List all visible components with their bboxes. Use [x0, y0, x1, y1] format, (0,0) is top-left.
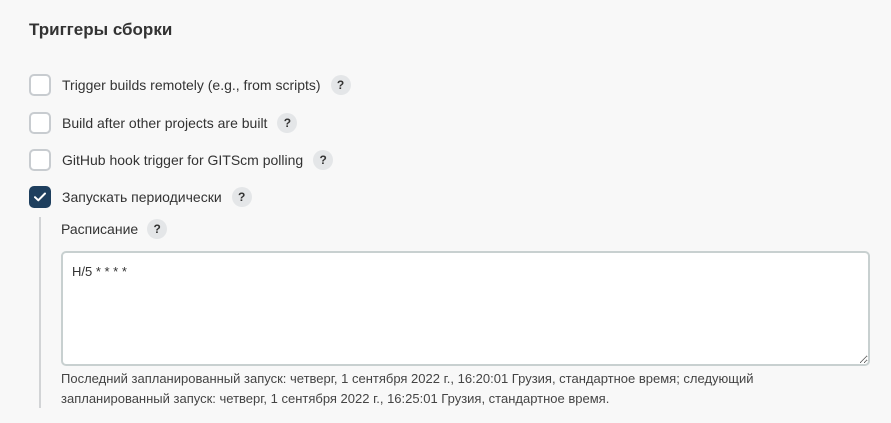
trigger-github-hook-checkbox[interactable]: [29, 149, 51, 171]
trigger-after-other-projects-checkbox[interactable]: [29, 112, 51, 134]
trigger-after-other-projects-label[interactable]: Build after other projects are built: [62, 115, 267, 131]
schedule-label: Расписание: [61, 221, 139, 237]
nested-section-bar: [39, 217, 41, 408]
schedule-textarea[interactable]: H/5 * * * *: [61, 251, 870, 366]
trigger-remote-checkbox[interactable]: [29, 74, 51, 96]
trigger-periodic-option[interactable]: Запускать периодически ?: [29, 186, 252, 208]
schedule-help-icon[interactable]: ?: [147, 219, 168, 239]
build-triggers-section: Триггеры сборки Trigger builds remotely …: [0, 0, 891, 423]
trigger-github-hook-label[interactable]: GitHub hook trigger for GITScm polling: [62, 152, 303, 168]
trigger-periodic-checkbox[interactable]: [29, 186, 51, 208]
schedule-label-row: Расписание ?: [61, 218, 168, 240]
trigger-after-other-projects-help-icon[interactable]: ?: [277, 113, 298, 133]
schedule-textarea-wrap: H/5 * * * *: [61, 251, 870, 366]
checkmark-icon: [34, 192, 46, 202]
trigger-periodic-help-icon[interactable]: ?: [231, 187, 252, 207]
trigger-after-other-projects-option[interactable]: Build after other projects are built ?: [29, 112, 298, 134]
trigger-remote-option[interactable]: Trigger builds remotely (e.g., from scri…: [29, 74, 351, 96]
trigger-remote-help-icon[interactable]: ?: [330, 75, 351, 95]
section-title: Триггеры сборки: [29, 20, 173, 39]
trigger-github-hook-option[interactable]: GitHub hook trigger for GITScm polling ?: [29, 149, 334, 171]
trigger-periodic-label[interactable]: Запускать периодически: [62, 189, 222, 205]
schedule-hint: Последний запланированный запуск: четвер…: [61, 371, 754, 406]
trigger-remote-label[interactable]: Trigger builds remotely (e.g., from scri…: [62, 77, 321, 93]
trigger-github-hook-help-icon[interactable]: ?: [313, 150, 334, 170]
